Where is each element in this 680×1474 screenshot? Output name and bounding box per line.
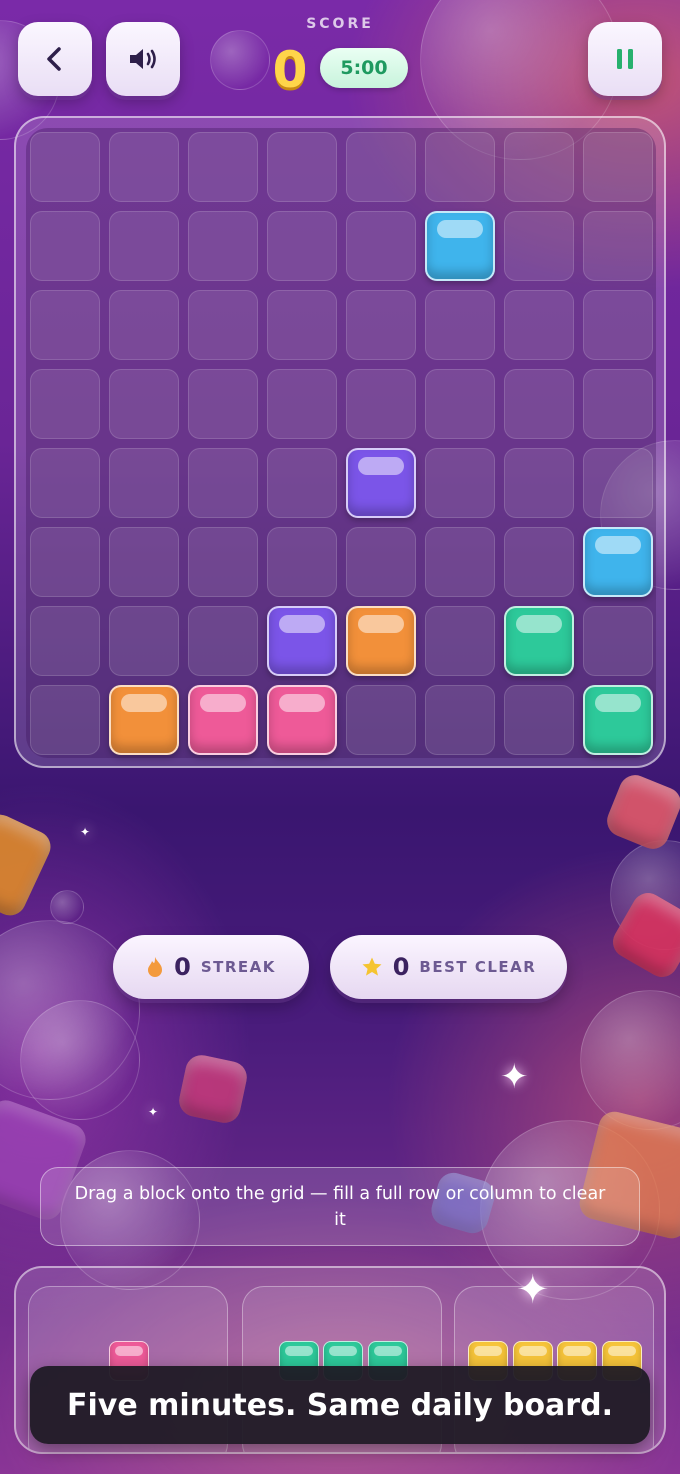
placed-block-green: [504, 606, 574, 676]
grid-cell[interactable]: [346, 132, 416, 202]
grid-cell[interactable]: [109, 211, 179, 281]
placed-block-blue: [583, 527, 653, 597]
placed-block-purple: [346, 448, 416, 518]
score-value: 0: [272, 41, 308, 99]
grid-cell[interactable]: [267, 211, 337, 281]
grid-cell[interactable]: [346, 685, 416, 755]
grid-cell[interactable]: [583, 132, 653, 202]
grid-cell[interactable]: [188, 290, 258, 360]
grid-cell[interactable]: [425, 448, 495, 518]
chevron-left-icon: [47, 47, 61, 71]
grid-cell[interactable]: [188, 369, 258, 439]
streak-value: 0: [174, 953, 191, 981]
best-clear-label: BEST CLEAR: [419, 958, 537, 976]
grid-cell[interactable]: [188, 132, 258, 202]
grid-cell[interactable]: [267, 290, 337, 360]
decor-cube: [176, 1052, 250, 1126]
grid-cell[interactable]: [188, 211, 258, 281]
grid-cell[interactable]: [504, 132, 574, 202]
decor-cube: [0, 809, 56, 921]
game-board: [14, 116, 666, 768]
grid-cell[interactable]: [504, 685, 574, 755]
board-grid: [26, 128, 656, 758]
grid-cell[interactable]: [583, 211, 653, 281]
grid-cell[interactable]: [30, 132, 100, 202]
grid-cell[interactable]: [30, 448, 100, 518]
grid-cell[interactable]: [583, 369, 653, 439]
back-button[interactable]: [18, 22, 92, 96]
grid-cell[interactable]: [30, 606, 100, 676]
placed-block-orange: [109, 685, 179, 755]
grid-cell[interactable]: [109, 606, 179, 676]
grid-cell[interactable]: [109, 527, 179, 597]
grid-cell[interactable]: [504, 290, 574, 360]
score-label: SCORE: [306, 16, 374, 32]
grid-cell[interactable]: [30, 685, 100, 755]
hint-banner: Drag a block onto the grid — fill a full…: [40, 1167, 640, 1246]
grid-cell[interactable]: [188, 606, 258, 676]
sparkle-icon: ✦: [80, 825, 91, 839]
grid-cell[interactable]: [425, 606, 495, 676]
placed-block-pink: [267, 685, 337, 755]
placed-block-blue: [425, 211, 495, 281]
grid-cell[interactable]: [504, 448, 574, 518]
grid-cell[interactable]: [30, 527, 100, 597]
sparkle-icon: ✦: [148, 1105, 159, 1119]
star-icon: [362, 957, 382, 976]
grid-cell[interactable]: [346, 369, 416, 439]
sound-button[interactable]: [106, 22, 180, 96]
placed-block-purple: [267, 606, 337, 676]
grid-cell[interactable]: [109, 290, 179, 360]
flame-icon: [148, 957, 163, 977]
grid-cell[interactable]: [188, 448, 258, 518]
pause-button[interactable]: [588, 22, 662, 96]
grid-cell[interactable]: [425, 132, 495, 202]
grid-cell[interactable]: [583, 290, 653, 360]
grid-cell[interactable]: [30, 290, 100, 360]
grid-cell[interactable]: [583, 448, 653, 518]
grid-cell[interactable]: [188, 527, 258, 597]
placed-block-pink: [188, 685, 258, 755]
grid-cell[interactable]: [30, 369, 100, 439]
best-clear-value: 0: [392, 953, 410, 981]
grid-cell[interactable]: [583, 606, 653, 676]
grid-cell[interactable]: [425, 685, 495, 755]
timer-badge: 5:00: [320, 48, 408, 88]
sparkle-icon: ✦: [500, 1057, 529, 1097]
streak-label: STREAK: [200, 958, 276, 976]
grid-cell[interactable]: [30, 211, 100, 281]
streak-pill: 0 STREAK: [113, 935, 309, 999]
placed-block-green: [583, 685, 653, 755]
grid-cell[interactable]: [109, 369, 179, 439]
grid-cell[interactable]: [346, 527, 416, 597]
grid-cell[interactable]: [109, 132, 179, 202]
grid-cell[interactable]: [346, 290, 416, 360]
grid-cell[interactable]: [267, 527, 337, 597]
grid-cell[interactable]: [425, 527, 495, 597]
grid-cell[interactable]: [504, 369, 574, 439]
grid-cell[interactable]: [425, 369, 495, 439]
grid-cell[interactable]: [109, 448, 179, 518]
grid-cell[interactable]: [346, 211, 416, 281]
toast-message: Five minutes. Same daily board.: [30, 1366, 650, 1444]
grid-cell[interactable]: [267, 369, 337, 439]
pause-icon: [617, 49, 633, 69]
best-clear-pill: 0 BEST CLEAR: [330, 935, 567, 999]
grid-cell[interactable]: [425, 290, 495, 360]
grid-cell[interactable]: [504, 211, 574, 281]
grid-cell[interactable]: [267, 448, 337, 518]
speaker-icon: [130, 49, 156, 69]
grid-cell[interactable]: [504, 527, 574, 597]
placed-block-orange: [346, 606, 416, 676]
grid-cell[interactable]: [267, 132, 337, 202]
